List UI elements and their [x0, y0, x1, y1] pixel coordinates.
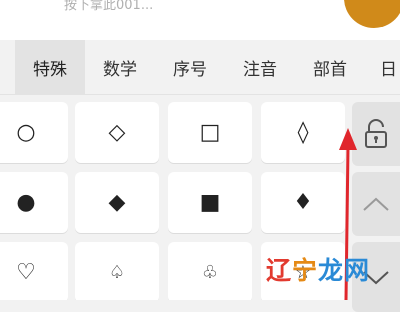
watermark-logo: 辽 宁 龙 网 [266, 256, 369, 285]
input-hint-text: 按下拿此001... [64, 0, 154, 13]
unlock-icon [365, 119, 387, 148]
input-action-button[interactable] [344, 0, 400, 28]
symbol-key-white-club[interactable]: ♧ [168, 242, 252, 300]
tab-ordinal[interactable]: 序号 [156, 40, 224, 95]
symbol-category-tabs: 特殊 数学 序号 注音 部首 日 [0, 40, 400, 95]
chevron-up-icon [363, 197, 389, 211]
symbol-key-white-square[interactable]: □ [168, 102, 252, 163]
tab-japanese[interactable]: 日 [366, 40, 400, 95]
symbol-key-white-circle[interactable]: ○ [0, 102, 68, 163]
tab-math[interactable]: 数学 [86, 40, 154, 95]
symbol-key-black-diamond[interactable]: ◆ [75, 172, 159, 233]
svg-text:宁: 宁 [292, 256, 317, 285]
svg-text:龙: 龙 [318, 256, 343, 285]
tab-phonetic[interactable]: 注音 [226, 40, 294, 95]
tab-special[interactable]: 特殊 [15, 40, 85, 95]
symbol-key-white-spade[interactable]: ♤ [75, 242, 159, 300]
input-area[interactable]: 按下拿此001... [0, 0, 400, 40]
symbol-key-black-square[interactable]: ■ [168, 172, 252, 233]
tab-radical[interactable]: 部首 [296, 40, 364, 95]
symbol-key-black-circle[interactable]: ● [0, 172, 68, 233]
symbol-key-white-heart[interactable]: ♡ [0, 242, 68, 300]
symbol-key-white-diamond[interactable]: ◇ [75, 102, 159, 163]
svg-text:辽: 辽 [266, 256, 292, 285]
svg-text:网: 网 [344, 256, 369, 285]
